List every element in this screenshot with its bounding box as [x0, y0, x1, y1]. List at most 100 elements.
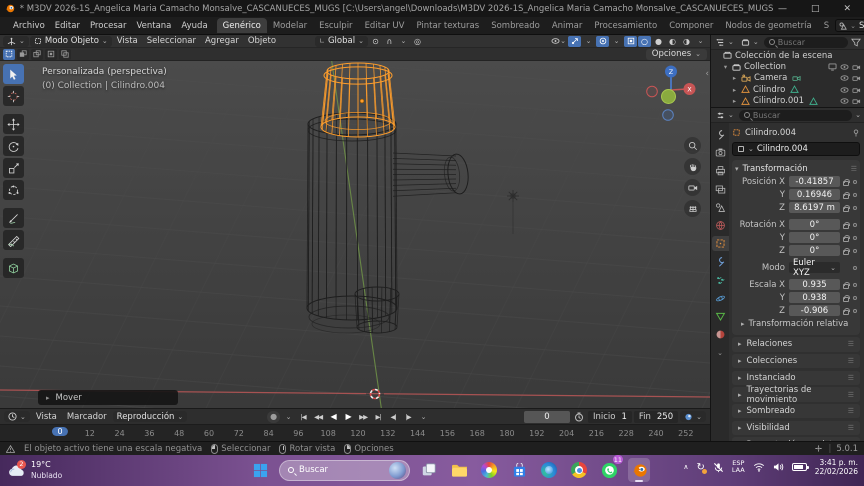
- transform-value-field[interactable]: Euler XYZ ⌄: [789, 258, 840, 278]
- grip-icon[interactable]: ☰: [851, 165, 857, 173]
- transform-value-field[interactable]: -0.906: [789, 304, 840, 317]
- lock-icon[interactable]: [842, 247, 850, 255]
- properties-editor-button[interactable]: ⌄: [714, 110, 736, 121]
- transform-value-field[interactable]: 0.16946: [789, 188, 840, 201]
- animate-dot-icon[interactable]: [853, 205, 857, 210]
- nudge-frame-forward-button[interactable]: |▶: [402, 411, 415, 423]
- panel-instanciado[interactable]: ▸ Instanciado ☰: [732, 370, 860, 386]
- relative-transform-toggle[interactable]: ▸ Transformación relativa: [735, 317, 857, 331]
- transform-value-field[interactable]: -0.41857: [789, 175, 840, 188]
- tray-expand-icon[interactable]: ∧: [683, 463, 688, 471]
- transform-panel-header[interactable]: ▾ Transformación ☰: [735, 162, 857, 175]
- menu-archivo[interactable]: Archivo: [8, 19, 50, 33]
- tab-view-layer[interactable]: [712, 182, 729, 197]
- render-visibility-icon[interactable]: [852, 63, 861, 71]
- pan-button[interactable]: [684, 158, 701, 175]
- animate-dot-icon[interactable]: [853, 179, 857, 184]
- expand-icon[interactable]: ▾: [722, 63, 729, 71]
- properties-search-input[interactable]: Buscar: [738, 109, 853, 121]
- prev-keyframe-button[interactable]: ◀◀: [312, 411, 325, 423]
- visibility-eye-icon[interactable]: [840, 86, 849, 94]
- render-visibility-icon[interactable]: [852, 86, 861, 94]
- visibility-eye-icon[interactable]: [840, 97, 849, 105]
- workspace-tab-esculpir[interactable]: Esculpir: [313, 18, 358, 33]
- tool-annotate[interactable]: [3, 208, 24, 228]
- workspace-tab-nodos-de-geometr-a[interactable]: Nodos de geometría: [719, 18, 817, 33]
- nudge-frame-back-button[interactable]: ◀|: [387, 411, 400, 423]
- weather-widget[interactable]: 2 19°C Nublado: [8, 459, 62, 481]
- tab-physics[interactable]: [712, 291, 729, 306]
- sync-icon[interactable]: ↻: [697, 462, 707, 474]
- mic-muted-icon[interactable]: [713, 462, 724, 473]
- lock-icon[interactable]: [842, 281, 850, 289]
- panel-trayectorias-de-movimiento[interactable]: ▸ Trayectorias de movimiento ☰: [732, 385, 860, 405]
- auto-key-button[interactable]: ●: [266, 410, 280, 423]
- workspace-tab-procesamiento[interactable]: Procesamiento: [588, 18, 663, 33]
- panel-visibilidad[interactable]: ▸ Visibilidad ☰: [732, 420, 860, 436]
- snap-magnet-button[interactable]: ∩: [383, 36, 396, 47]
- auto-key-dropdown[interactable]: ⌄: [282, 411, 295, 423]
- outliner-row-cilindro[interactable]: ▸ Cilindro: [711, 84, 864, 95]
- blender-taskbar-icon[interactable]: [628, 458, 650, 482]
- 3d-scene[interactable]: [0, 61, 710, 408]
- panel-relaciones[interactable]: ▸ Relaciones ☰: [732, 337, 860, 352]
- jump-to-start-button[interactable]: |◀: [297, 411, 310, 423]
- viewport-menu-seleccionar[interactable]: Seleccionar: [143, 36, 200, 46]
- expand-icon[interactable]: ▸: [731, 97, 738, 105]
- lock-icon[interactable]: [842, 221, 850, 229]
- camera-view-button[interactable]: [684, 179, 701, 196]
- tab-particles[interactable]: [712, 273, 729, 288]
- workspace-tab-componer[interactable]: Componer: [663, 18, 719, 33]
- tab-material[interactable]: [712, 327, 729, 342]
- play-button[interactable]: ▶: [342, 411, 355, 423]
- outliner-row-camera[interactable]: ▸ Camera: [711, 73, 864, 84]
- tool-transform[interactable]: [3, 180, 24, 200]
- panel-sombreado[interactable]: ▸ Sombreado ☰: [732, 403, 860, 419]
- taskbar-search-input[interactable]: Buscar: [279, 459, 410, 481]
- lock-icon[interactable]: [842, 307, 850, 315]
- play-reverse-button[interactable]: ◀: [327, 411, 340, 423]
- xray-toggle-button[interactable]: [624, 35, 637, 47]
- outliner-row-colecci-n-de-la-escena[interactable]: Colección de la escena: [711, 50, 864, 61]
- jump-to-end-button[interactable]: ▶|: [372, 411, 385, 423]
- workspace-tab-editar-uv[interactable]: Editar UV: [359, 18, 411, 33]
- transform-value-field[interactable]: 8.6197 m: [789, 201, 840, 214]
- mode-selector[interactable]: Modo Objeto ⌄: [29, 35, 112, 47]
- gizmos-button[interactable]: [568, 35, 581, 47]
- tool-cursor[interactable]: [3, 86, 24, 106]
- pin-icon[interactable]: [852, 128, 860, 137]
- transform-value-field[interactable]: 0°: [789, 244, 840, 257]
- panel-colecciones[interactable]: ▸ Colecciones ☰: [732, 353, 860, 369]
- tool-select-box[interactable]: [3, 64, 24, 84]
- frame-start-field[interactable]: Inicio 1: [587, 410, 632, 423]
- chrome-icon[interactable]: [568, 458, 590, 482]
- animate-dot-icon[interactable]: [853, 192, 857, 197]
- options-dropdown[interactable]: Opciones ⌄: [645, 48, 707, 60]
- start-button[interactable]: [249, 458, 271, 482]
- viewport-canvas[interactable]: Personalizada (perspectiva) (0) Collecti…: [0, 61, 710, 408]
- visibility-eye-icon[interactable]: [840, 63, 849, 71]
- tool-measure[interactable]: [3, 230, 24, 250]
- outliner-display-mode[interactable]: ⌄: [714, 37, 736, 48]
- shading-wireframe-button[interactable]: ○: [638, 35, 651, 47]
- tab-object[interactable]: [711, 236, 729, 252]
- volume-icon[interactable]: [773, 462, 784, 472]
- workspace-tab-modelar[interactable]: Modelar: [267, 18, 313, 33]
- overlays-dropdown[interactable]: ⌄: [610, 36, 623, 47]
- zoom-button[interactable]: [684, 137, 701, 154]
- tab-modifiers[interactable]: [712, 254, 729, 269]
- lock-icon[interactable]: [842, 178, 850, 186]
- transform-value-field[interactable]: 0°: [789, 231, 840, 244]
- timeline-menu-reproduccion[interactable]: Reproducción ⌄: [112, 411, 188, 422]
- tab-tool[interactable]: [712, 127, 729, 142]
- lock-icon[interactable]: [842, 294, 850, 302]
- tab-output[interactable]: [712, 163, 729, 178]
- object-name-field[interactable]: ⌄ Cilindro.004: [732, 142, 860, 156]
- viewport-menu-objeto[interactable]: Objeto: [244, 36, 280, 46]
- task-view-button[interactable]: [418, 458, 440, 482]
- render-visibility-icon[interactable]: [852, 97, 861, 105]
- outliner-filter-mode[interactable]: ⌄: [739, 37, 761, 48]
- tab-scene[interactable]: [712, 200, 729, 215]
- select-mode-invert-button[interactable]: [45, 48, 57, 60]
- tool-move[interactable]: [3, 114, 24, 134]
